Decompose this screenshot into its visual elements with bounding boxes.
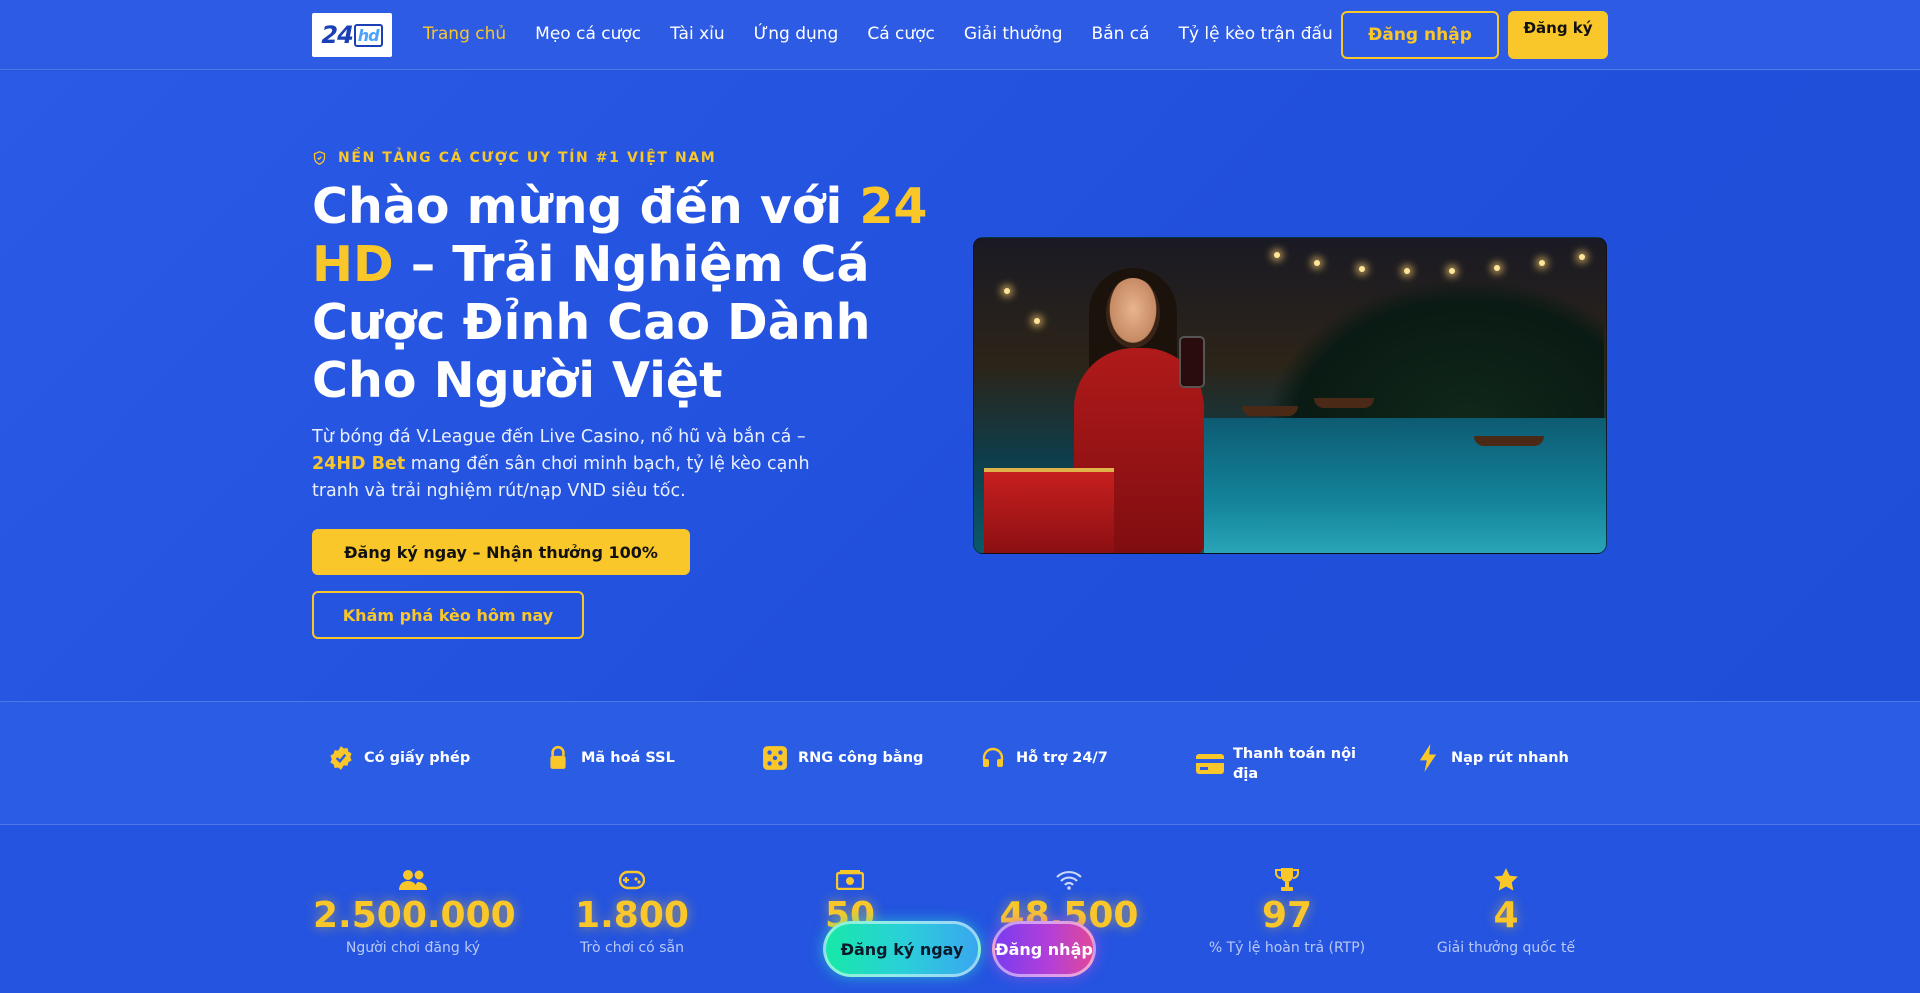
badge-check-icon — [327, 744, 355, 772]
water — [1204, 418, 1606, 553]
trust-item-ssl: Mã hoá SSL — [544, 744, 675, 772]
star-icon — [1406, 866, 1606, 894]
credit-card-icon — [1196, 750, 1224, 778]
hero-description: Từ bóng đá V.League đến Live Casino, nổ … — [312, 424, 852, 505]
floating-register-button[interactable]: Đăng ký ngay — [823, 921, 981, 977]
trust-item-support: Hỗ trợ 24/7 — [979, 744, 1108, 772]
nav-item-fish-shooting[interactable]: Bắn cá — [1092, 24, 1150, 44]
logo-number: 24 — [321, 21, 353, 49]
hero-title-part1: Chào mừng đến với — [312, 178, 860, 235]
stat-label: % Tỷ lệ hoàn trả (RTP) — [1208, 940, 1366, 956]
stat-label: Trò chơi có sẵn — [580, 940, 684, 956]
nav-item-betting-tips[interactable]: Mẹo cá cược — [535, 24, 641, 44]
header-register-button[interactable]: Đăng ký — [1508, 11, 1608, 59]
stat-value: 97 — [1261, 895, 1313, 936]
hero-title: Chào mừng đến với 24 HD – Trải Nghiệm Cá… — [312, 178, 952, 410]
lock-icon — [544, 744, 572, 772]
nav-item-tai-xiu[interactable]: Tài xỉu — [670, 24, 725, 44]
site-header: 24 hd Trang chủ Mẹo cá cược Tài xỉu Ứng d… — [0, 0, 1920, 70]
stat-value: 1.800 — [575, 895, 689, 936]
gamepad-icon — [532, 866, 732, 894]
trust-item-rng: RNG công bằng — [761, 744, 923, 772]
trust-item-license: Có giấy phép — [327, 744, 470, 772]
nav-item-awards[interactable]: Giải thưởng — [964, 24, 1063, 44]
nav-item-home[interactable]: Trang chủ — [423, 24, 506, 44]
stat-rtp: 97 % Tỷ lệ hoàn trả (RTP) — [1187, 866, 1387, 956]
stat-players: 2.500.000 Người chơi đăng ký — [313, 866, 516, 956]
stat-value: 2.500.000 — [313, 895, 516, 936]
nav-item-betting[interactable]: Cá cược — [867, 24, 935, 44]
hero-section — [0, 71, 1920, 701]
money-icon — [750, 866, 950, 894]
wifi-icon — [969, 866, 1169, 894]
trust-label: RNG công bằng — [798, 750, 924, 766]
register-bonus-button[interactable]: Đăng ký ngay – Nhận thưởng 100% — [312, 529, 690, 575]
hero-eyebrow-text: NỀN TẢNG CÁ CƯỢC UY TÍN #1 VIỆT NAM — [338, 150, 717, 166]
hero-eyebrow: NỀN TẢNG CÁ CƯỢC UY TÍN #1 VIỆT NAM — [312, 150, 716, 166]
trust-item-payment: Thanh toán nội địa — [1196, 744, 1366, 784]
hero-desc-part1: Từ bóng đá V.League đến Live Casino, nổ … — [312, 427, 806, 447]
stat-label: Người chơi đăng ký — [345, 940, 481, 956]
headset-icon — [979, 744, 1007, 772]
trust-item-fast-payout: Nạp rút nhanh — [1414, 744, 1569, 772]
shield-icon — [313, 151, 326, 165]
hero-title-part2: – Trải Nghiệm Cá Cược Đỉnh Cao Dành Cho … — [312, 236, 871, 409]
nav-item-app[interactable]: Ứng dụng — [754, 24, 839, 44]
stat-awards: 4 Giải thưởng quốc tế — [1406, 866, 1606, 956]
trust-label: Thanh toán nội địa — [1233, 746, 1356, 782]
lightning-icon — [1414, 744, 1442, 772]
floating-login-button[interactable]: Đăng nhập — [992, 921, 1096, 977]
users-icon — [313, 866, 513, 894]
main-nav: Trang chủ Mẹo cá cược Tài xỉu Ứng dụng C… — [423, 24, 1362, 44]
trophy-icon — [1187, 866, 1387, 894]
trust-bar: Có giấy phép Mã hoá SSL RNG công bằng Hỗ… — [0, 701, 1920, 825]
stat-label: Giải thưởng quốc tế — [1436, 940, 1576, 956]
hero-desc-brand: 24HD Bet — [312, 454, 406, 474]
gift-boxes — [984, 468, 1114, 553]
stat-value: 4 — [1493, 895, 1519, 936]
trust-label: Có giấy phép — [364, 750, 471, 766]
logo-suffix: hd — [353, 23, 383, 47]
site-logo[interactable]: 24 hd — [312, 13, 392, 57]
trust-label: Nạp rút nhanh — [1451, 750, 1569, 766]
stat-games: 1.800 Trò chơi có sẵn — [532, 866, 732, 956]
nav-item-odds[interactable]: Tỷ lệ kèo trận đấu — [1179, 24, 1333, 44]
trust-label: Mã hoá SSL — [581, 750, 675, 766]
phone-icon — [1179, 336, 1205, 388]
hero-image — [973, 237, 1607, 554]
woman-figure — [1106, 278, 1160, 348]
mountain-silhouette — [1264, 278, 1604, 428]
explore-odds-button[interactable]: Khám phá kèo hôm nay — [312, 591, 584, 639]
dice-icon — [761, 744, 789, 772]
trust-label: Hỗ trợ 24/7 — [1016, 750, 1108, 766]
header-login-button[interactable]: Đăng nhập — [1341, 11, 1499, 59]
